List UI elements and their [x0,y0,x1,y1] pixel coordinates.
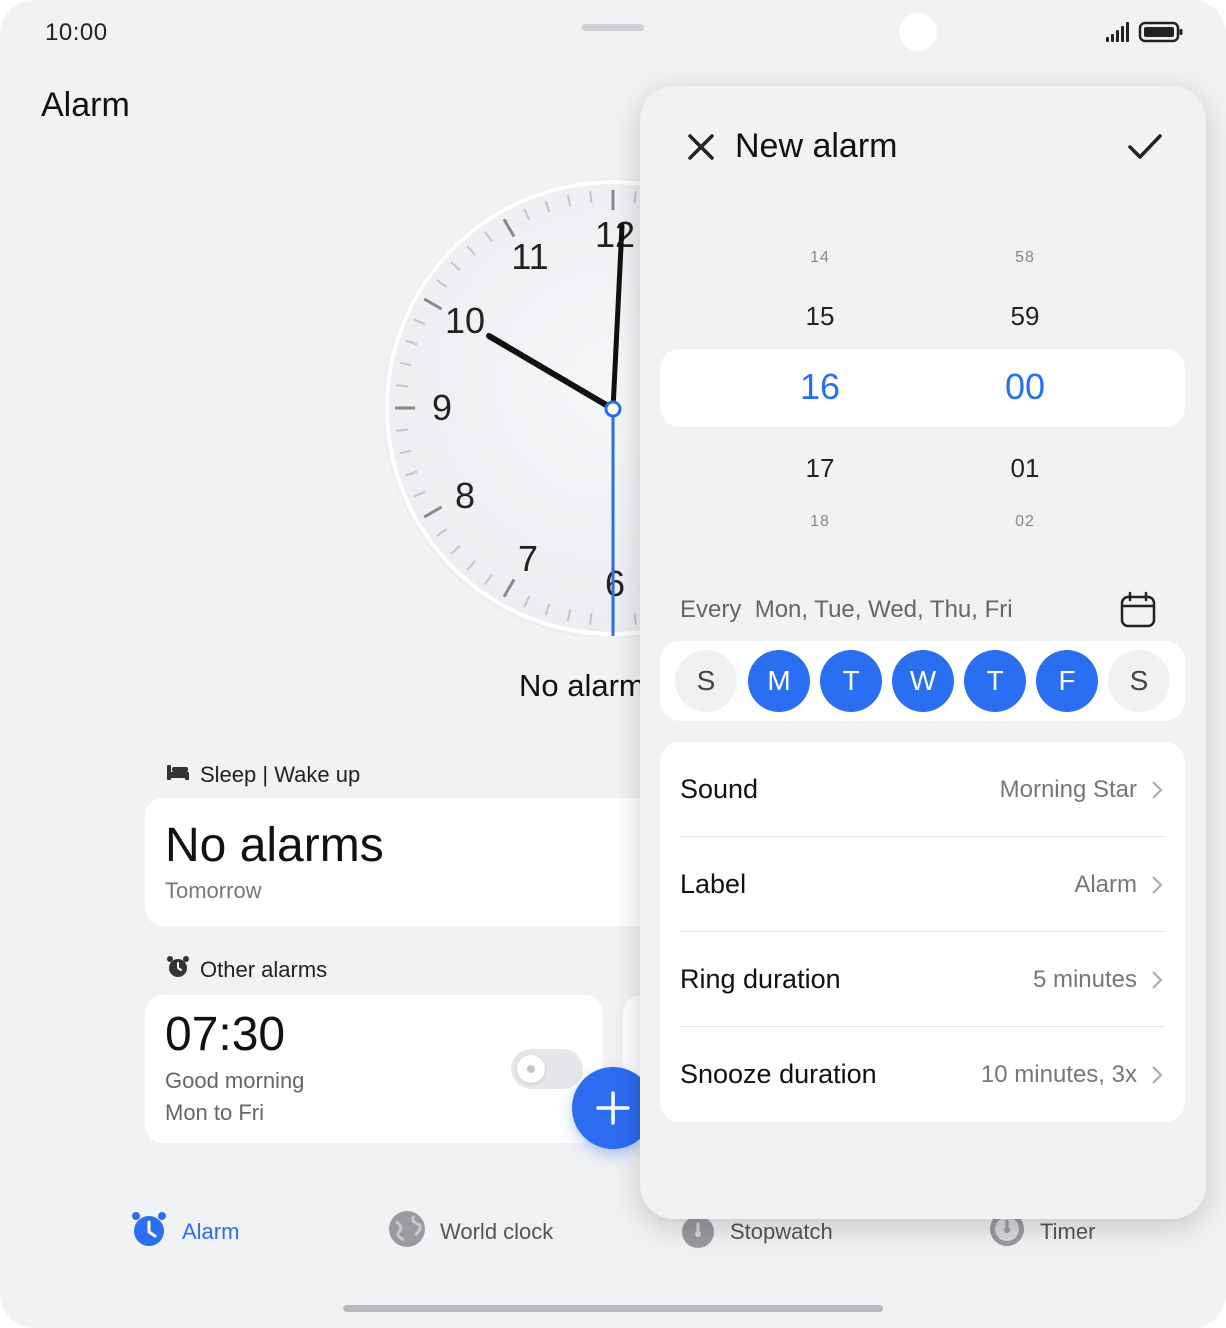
hour-option[interactable]: 18 [760,513,880,531]
alarm-label: Good morning [165,1068,305,1093]
bottom-nav: Alarm World clock Stopwatch Timer [0,1210,1226,1270]
close-button[interactable] [684,130,718,169]
globe-icon [388,1210,426,1254]
clock-number-6: 6 [605,563,625,604]
minute-option[interactable]: 01 [965,453,1085,484]
clock-number-10: 10 [445,300,485,341]
clock-number-8: 8 [455,475,475,516]
setting-snooze-duration[interactable]: Snooze duration 10 minutes, 3x [680,1027,1165,1122]
setting-snooze-duration-label: Snooze duration [680,1059,877,1089]
phone-screen: 10:00 Alarm 11 12 10 9 8 7 6 No alarm Sl… [0,0,1226,1328]
sleep-section-label: Sleep | Wake up [200,762,361,787]
clock-tick [589,191,593,204]
sleep-status: No alarms [165,819,384,872]
setting-ring-duration[interactable]: Ring duration 5 minutes [680,932,1165,1027]
clock-tick [633,191,637,204]
repeat-days: Mon, Tue, Wed, Thu, Fri [754,596,1013,623]
home-indicator[interactable] [343,1305,883,1312]
clock-tick [633,612,637,625]
clock-number-9: 9 [432,387,452,428]
clock-number-12: 12 [595,214,635,255]
setting-sound[interactable]: Sound Morning Star [680,742,1165,837]
nav-alarm[interactable]: Alarm [130,1210,239,1254]
hour-selected[interactable]: 16 [760,366,880,408]
hour-option[interactable]: 14 [760,249,880,267]
nav-stopwatch-label: Stopwatch [730,1219,833,1244]
nav-world-clock-label: World clock [440,1219,554,1244]
alarm-settings-list: Sound Morning Star Label Alarm Ring dura… [660,742,1185,1122]
plus-icon [596,1091,630,1125]
signal-icon [1106,22,1129,42]
clock-tick [396,384,409,388]
picker-selection-band [660,349,1185,427]
new-alarm-panel: New alarm 14 15 16 17 18 58 59 00 01 02 … [640,86,1206,1219]
minute-option[interactable]: 59 [965,301,1085,332]
panel-title: New alarm [735,127,898,165]
sleep-card[interactable]: No alarms Tomorrow [145,798,665,926]
hour-option[interactable]: 17 [760,453,880,484]
nav-world-clock[interactable]: World clock [388,1210,553,1254]
alarm-toggle[interactable] [511,1049,583,1089]
next-alarm-status: No alarm [519,668,645,703]
sleep-section-header: Sleep | Wake up [166,762,360,788]
minute-option[interactable]: 58 [965,249,1085,267]
day-tuesday[interactable]: T [820,650,882,712]
camera-cutout [899,13,937,51]
bed-icon [166,762,190,788]
setting-ring-duration-label: Ring duration [680,964,841,994]
clock-number-7: 7 [518,538,538,579]
status-icons [1104,20,1184,49]
hour-option[interactable]: 15 [760,301,880,332]
minute-option[interactable]: 02 [965,513,1085,531]
day-wednesday[interactable]: W [892,650,954,712]
status-time: 10:00 [45,19,108,46]
battery-icon [1138,21,1183,43]
setting-label[interactable]: Label Alarm [680,837,1165,932]
repeat-summary: Every Mon, Tue, Wed, Thu, Fri [680,596,1013,624]
clock-center [604,400,622,418]
confirm-button[interactable] [1126,130,1164,169]
day-thursday[interactable]: T [964,650,1026,712]
setting-sound-value: Morning Star [999,776,1137,803]
alarm-clock-icon [166,955,190,985]
setting-label-label: Label [680,869,747,899]
minute-selected[interactable]: 00 [965,366,1085,408]
clock-tick [396,428,409,432]
chevron-right-icon [1152,781,1163,799]
setting-snooze-duration-value: 10 minutes, 3x [980,1061,1137,1088]
drag-handle [582,24,644,31]
setting-sound-label: Sound [680,774,759,804]
sleep-day: Tomorrow [165,878,262,903]
day-saturday[interactable]: S [1108,650,1170,712]
nav-timer-label: Timer [1040,1219,1096,1244]
setting-label-value: Alarm [1074,871,1137,898]
chevron-right-icon [1152,971,1163,989]
page-title: Alarm [41,86,130,124]
alarm-repeat: Mon to Fri [165,1100,265,1125]
other-alarms-header: Other alarms [166,955,327,985]
nav-alarm-label: Alarm [182,1219,240,1244]
calendar-icon [1120,591,1156,628]
day-monday[interactable]: M [748,650,810,712]
clock-number-11: 11 [511,236,548,277]
repeat-prefix: Every [680,596,742,623]
day-friday[interactable]: F [1036,650,1098,712]
alarm-tab-icon [130,1210,168,1254]
weekday-selector: S M T W T F S [660,641,1185,721]
close-icon [688,134,714,160]
clock-tick [589,612,593,625]
alarm-time: 07:30 [165,1008,286,1061]
other-alarms-label: Other alarms [200,957,328,982]
day-sunday[interactable]: S [675,650,737,712]
calendar-button[interactable] [1119,591,1157,634]
setting-ring-duration-value: 5 minutes [1032,966,1137,993]
check-icon [1128,134,1162,159]
chevron-right-icon [1152,1066,1163,1084]
chevron-right-icon [1152,876,1163,894]
